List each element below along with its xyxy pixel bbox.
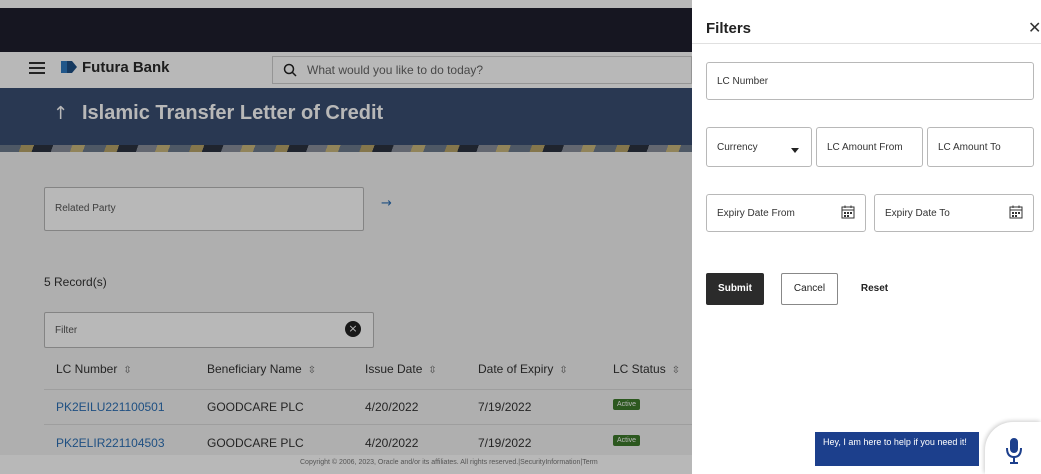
- reset-button[interactable]: Reset: [852, 273, 897, 305]
- currency-label: Currency: [717, 142, 758, 153]
- cancel-button[interactable]: Cancel: [781, 273, 838, 305]
- calendar-icon[interactable]: [841, 205, 855, 219]
- currency-select[interactable]: Currency: [706, 127, 812, 167]
- lc-number-field-label: LC Number: [717, 76, 769, 87]
- calendar-icon[interactable]: [1009, 205, 1023, 219]
- lc-amount-to-label: LC Amount To: [938, 142, 1001, 153]
- chevron-down-icon: [791, 148, 799, 153]
- divider: [692, 43, 1041, 44]
- chatbot-message[interactable]: Hey, I am here to help if you need it!: [815, 432, 979, 466]
- modal-backdrop[interactable]: [0, 0, 692, 474]
- lc-number-field[interactable]: LC Number: [706, 62, 1034, 100]
- lc-amount-from-field[interactable]: LC Amount From: [816, 127, 923, 167]
- expiry-date-to-field[interactable]: Expiry Date To: [874, 194, 1034, 232]
- lc-amount-from-label: LC Amount From: [827, 142, 903, 153]
- expiry-date-from-field[interactable]: Expiry Date From: [706, 194, 866, 232]
- microphone-icon[interactable]: [1004, 436, 1024, 466]
- submit-button[interactable]: Submit: [706, 273, 764, 305]
- close-icon[interactable]: ✕: [1028, 18, 1041, 37]
- filters-title: Filters: [706, 20, 752, 37]
- lc-amount-to-field[interactable]: LC Amount To: [927, 127, 1034, 167]
- expiry-date-to-label: Expiry Date To: [885, 208, 950, 219]
- expiry-date-from-label: Expiry Date From: [717, 208, 795, 219]
